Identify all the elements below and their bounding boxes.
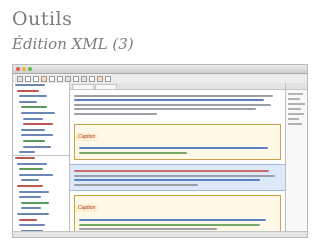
- new-file-icon[interactable]: [17, 75, 23, 82]
- redo-icon[interactable]: [73, 75, 79, 82]
- outline-tree[interactable]: [13, 83, 69, 156]
- element-tag-label: Caption: [75, 204, 99, 213]
- tab-document[interactable]: [72, 84, 94, 89]
- slide-subtitle: Édition XML (3): [12, 35, 134, 53]
- window-titlebar: [13, 65, 307, 74]
- copy-icon[interactable]: [49, 75, 55, 82]
- validate-icon[interactable]: [81, 75, 87, 82]
- open-file-icon[interactable]: [25, 75, 31, 82]
- editor-paragraph: [70, 90, 285, 120]
- minimize-icon[interactable]: [22, 67, 26, 71]
- main-area: Caption Caption: [13, 83, 307, 237]
- tag-icon[interactable]: [97, 75, 103, 82]
- caption-element-1[interactable]: Caption: [74, 123, 281, 161]
- slide-title: Outils: [12, 8, 73, 30]
- document-editor[interactable]: Caption Caption: [70, 83, 285, 237]
- tab-grid[interactable]: [95, 84, 117, 89]
- attributes-panel: [285, 83, 307, 237]
- close-icon[interactable]: [16, 67, 20, 71]
- paste-icon[interactable]: [57, 75, 63, 82]
- undo-icon[interactable]: [65, 75, 71, 82]
- attributes-header: [286, 83, 307, 90]
- cut-icon[interactable]: [41, 75, 47, 82]
- selected-text-block[interactable]: [70, 164, 285, 192]
- editor-tabs: [70, 83, 285, 90]
- xml-editor-window: Caption Caption: [12, 64, 308, 238]
- elements-tree[interactable]: [13, 156, 69, 237]
- maximize-icon[interactable]: [28, 67, 32, 71]
- element-tag-label: Caption: [75, 132, 99, 141]
- window-controls: [16, 67, 32, 71]
- transform-icon[interactable]: [89, 75, 95, 82]
- outline-panel: [13, 83, 70, 237]
- save-icon[interactable]: [33, 75, 39, 82]
- find-icon[interactable]: [105, 75, 111, 82]
- status-bar: [13, 231, 307, 237]
